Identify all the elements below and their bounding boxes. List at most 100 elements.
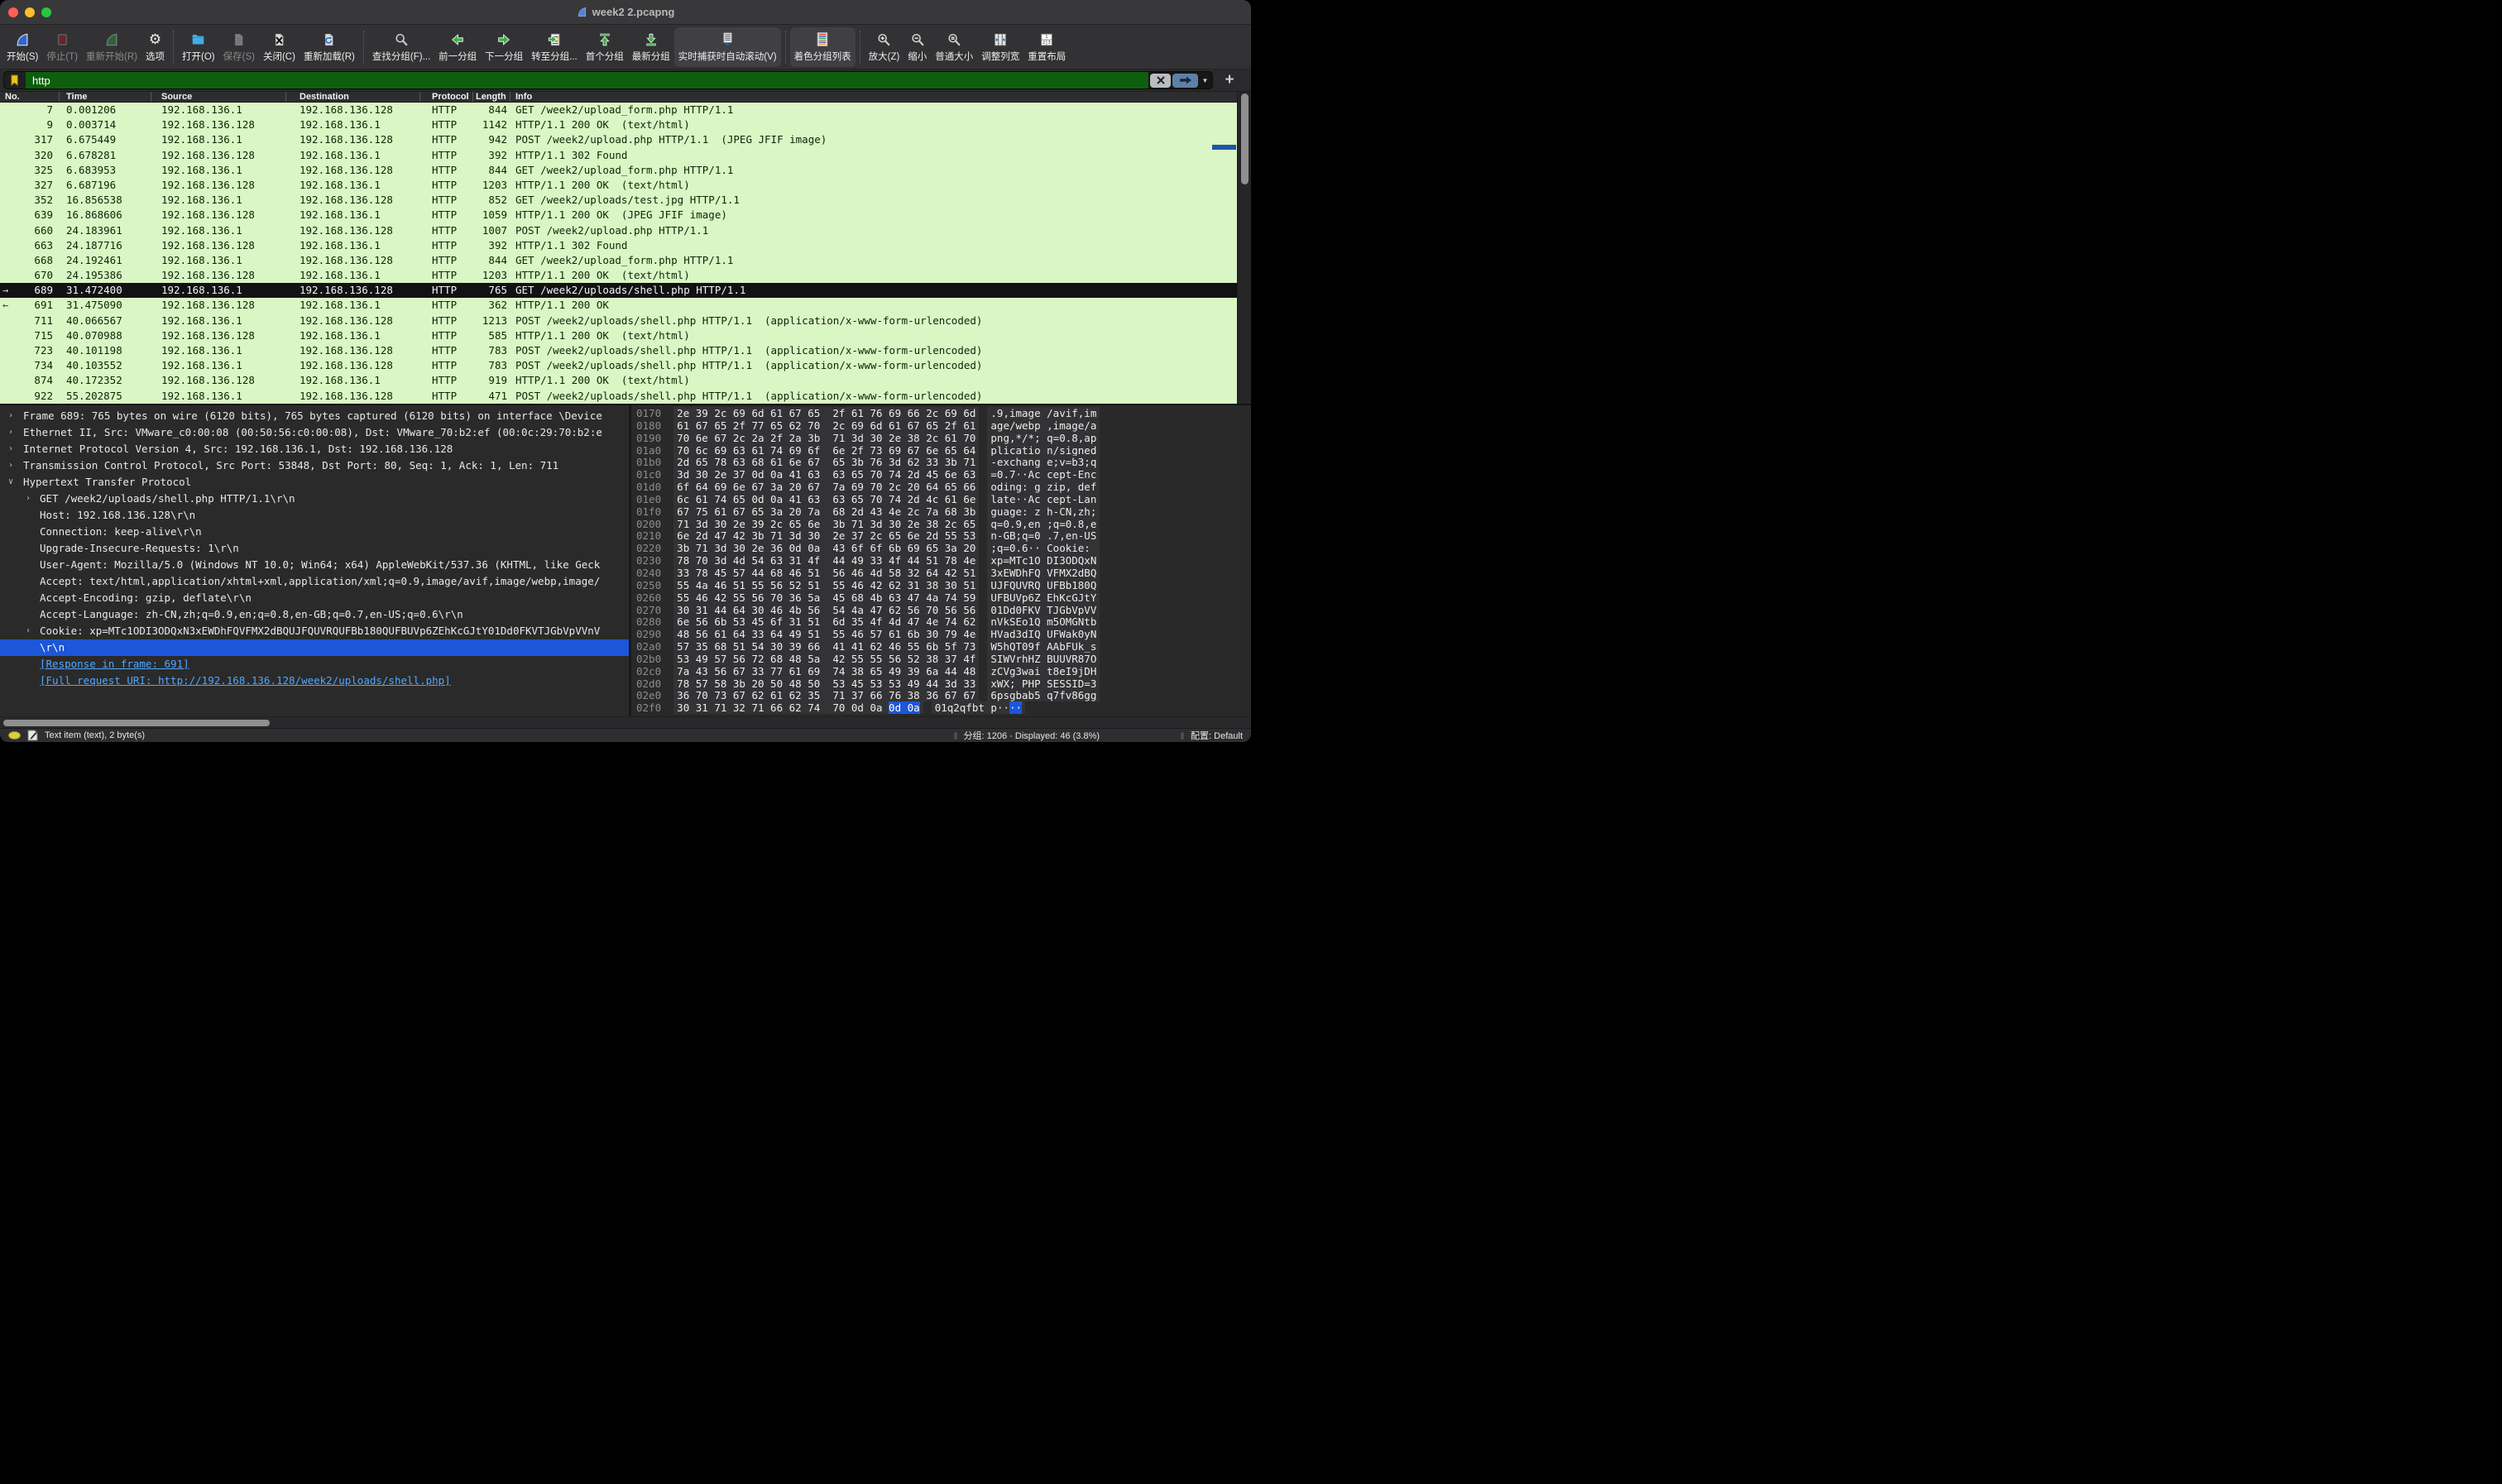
toolbar-button-zoom-out[interactable]: 缩小: [903, 27, 931, 67]
packet-list-scrollbar-thumb[interactable]: [1241, 93, 1249, 184]
collapsed-chevron-icon[interactable]: ›: [8, 441, 13, 457]
toolbar-button-resize-columns[interactable]: 调整列宽: [977, 27, 1023, 67]
toolbar-button-stop[interactable]: 停止(T): [42, 27, 82, 67]
hex-row-0220[interactable]: 0220 3b 71 3d 30 2e 36 0d 0a 43 6f 6f 6b…: [636, 543, 1251, 555]
detail-tree-line[interactable]: ›Transmission Control Protocol, Src Port…: [0, 457, 629, 474]
filter-dropdown-chevron[interactable]: ▼: [1198, 77, 1212, 84]
hex-row-01c0[interactable]: 01c0 3d 30 2e 37 0d 0a 41 63 63 65 70 74…: [636, 469, 1251, 481]
filter-add-button[interactable]: +: [1213, 72, 1246, 89]
filter-apply-button[interactable]: [1172, 74, 1198, 88]
detail-tree-line[interactable]: Connection: keep-alive\r\n: [0, 524, 629, 540]
packet-row-7[interactable]: 70.001206192.168.136.1192.168.136.128HTT…: [0, 103, 1251, 117]
detail-horizontal-scrollbar[interactable]: [0, 716, 1251, 728]
expanded-chevron-icon[interactable]: ∨: [8, 474, 13, 491]
filter-clear-button[interactable]: [1150, 74, 1171, 88]
packet-row-327[interactable]: 3276.687196192.168.136.128192.168.136.1H…: [0, 178, 1251, 193]
detail-tree-line[interactable]: Upgrade-Insecure-Requests: 1\r\n: [0, 540, 629, 557]
toolbar-button-close[interactable]: 关闭(C): [259, 27, 300, 67]
filter-bookmark-icon[interactable]: [4, 72, 26, 89]
packet-row-9[interactable]: 90.003714192.168.136.128192.168.136.1HTT…: [0, 117, 1251, 132]
hex-row-02d0[interactable]: 02d0 78 57 58 3b 20 50 48 50 53 45 53 53…: [636, 678, 1251, 691]
display-filter-input[interactable]: http: [26, 72, 1148, 89]
column-header-src[interactable]: Source: [151, 92, 286, 102]
packet-row-715[interactable]: 71540.070988192.168.136.128192.168.136.1…: [0, 328, 1251, 343]
hex-row-0240[interactable]: 0240 33 78 45 57 44 68 46 51 56 46 4d 58…: [636, 567, 1251, 580]
hex-row-0270[interactable]: 0270 30 31 44 64 30 46 4b 56 54 4a 47 62…: [636, 605, 1251, 617]
detail-tree-line[interactable]: User-Agent: Mozilla/5.0 (Windows NT 10.0…: [0, 557, 629, 573]
hex-row-0230[interactable]: 0230 78 70 3d 4d 54 63 31 4f 44 49 33 4f…: [636, 555, 1251, 567]
packet-row-668[interactable]: 66824.192461192.168.136.1192.168.136.128…: [0, 253, 1251, 268]
column-header-time[interactable]: Time: [60, 92, 151, 102]
toolbar-button-options[interactable]: ⚙选项: [141, 27, 169, 67]
packet-row-639[interactable]: 63916.868606192.168.136.128192.168.136.1…: [0, 208, 1251, 223]
detail-link-line[interactable]: [Response in frame: 691]: [0, 656, 629, 673]
hex-row-0190[interactable]: 0190 70 6e 67 2c 2a 2f 2a 3b 71 3d 30 2e…: [636, 433, 1251, 445]
toolbar-button-save[interactable]: 保存(S): [219, 27, 259, 67]
toolbar-button-latest-packet[interactable]: 最新分组: [628, 27, 674, 67]
collapsed-chevron-icon[interactable]: ›: [26, 623, 31, 639]
packet-row-317[interactable]: 3176.675449192.168.136.1192.168.136.128H…: [0, 132, 1251, 147]
collapsed-chevron-icon[interactable]: ›: [8, 457, 13, 474]
toolbar-button-zoom-normal[interactable]: 普通大小: [931, 27, 977, 67]
detail-selected-line[interactable]: \r\n: [0, 639, 629, 656]
packet-row-325[interactable]: 3256.683953192.168.136.1192.168.136.128H…: [0, 163, 1251, 178]
toolbar-button-next-packet[interactable]: 下一分组: [481, 27, 527, 67]
packet-list-scrollbar[interactable]: [1237, 92, 1251, 404]
packet-row-689[interactable]: 68931.472400192.168.136.1192.168.136.128…: [0, 283, 1251, 298]
hex-row-0290[interactable]: 0290 48 56 61 64 33 64 49 51 55 46 57 61…: [636, 629, 1251, 641]
toolbar-button-colorize[interactable]: 着色分组列表: [790, 27, 856, 67]
status-profile[interactable]: 配置: Default: [1191, 729, 1243, 742]
minimize-window-button[interactable]: [25, 7, 35, 17]
toolbar-button-autoscroll[interactable]: 实时捕获时自动滚动(V): [674, 27, 781, 67]
packet-row-723[interactable]: 72340.101198192.168.136.1192.168.136.128…: [0, 343, 1251, 358]
detail-tree-line[interactable]: ›GET /week2/uploads/shell.php HTTP/1.1\r…: [0, 491, 629, 507]
detail-tree-line[interactable]: ›Internet Protocol Version 4, Src: 192.1…: [0, 441, 629, 457]
toolbar-button-restart[interactable]: 重新开始(R): [82, 27, 141, 67]
toolbar-button-find[interactable]: 查找分组(F)...: [368, 27, 434, 67]
detail-tree-line[interactable]: ∨Hypertext Transfer Protocol: [0, 474, 629, 491]
toolbar-button-reload[interactable]: 重新加载(R): [300, 27, 359, 67]
expert-info-icon[interactable]: [8, 731, 21, 740]
collapsed-chevron-icon[interactable]: ›: [26, 491, 31, 507]
toolbar-button-reset-layout[interactable]: 123重置布局: [1023, 27, 1070, 67]
packet-row-734[interactable]: 73440.103552192.168.136.1192.168.136.128…: [0, 358, 1251, 373]
collapsed-chevron-icon[interactable]: ›: [8, 424, 13, 441]
hex-row-0200[interactable]: 0200 71 3d 30 2e 39 2c 65 6e 3b 71 3d 30…: [636, 519, 1251, 531]
detail-tree-line[interactable]: ›Frame 689: 765 bytes on wire (6120 bits…: [0, 408, 629, 424]
hex-row-02f0[interactable]: 02f0 30 31 71 32 71 66 62 74 70 0d 0a 0d…: [636, 702, 1251, 715]
hex-row-0170[interactable]: 0170 2e 39 2c 69 6d 61 67 65 2f 61 76 69…: [636, 408, 1251, 420]
toolbar-button-zoom-in[interactable]: 放大(Z): [865, 27, 904, 67]
hex-row-0180[interactable]: 0180 61 67 65 2f 77 65 62 70 2c 69 6d 61…: [636, 420, 1251, 433]
zoom-window-button[interactable]: [41, 7, 51, 17]
detail-tree-line[interactable]: Accept-Encoding: gzip, deflate\r\n: [0, 590, 629, 606]
detail-link-line[interactable]: [Full request URI: http://192.168.136.12…: [0, 673, 629, 689]
hex-row-0250[interactable]: 0250 55 4a 46 51 55 56 52 51 55 46 42 62…: [636, 580, 1251, 592]
hex-row-02b0[interactable]: 02b0 53 49 57 56 72 68 48 5a 42 55 55 56…: [636, 653, 1251, 666]
hex-row-0260[interactable]: 0260 55 46 42 55 56 70 36 5a 45 68 4b 63…: [636, 592, 1251, 605]
packet-row-922[interactable]: 92255.202875192.168.136.1192.168.136.128…: [0, 389, 1251, 404]
close-window-button[interactable]: [8, 7, 18, 17]
column-header-len[interactable]: Length: [473, 92, 510, 102]
column-header-dst[interactable]: Destination: [286, 92, 420, 102]
hex-row-02c0[interactable]: 02c0 7a 43 56 67 33 77 61 69 74 38 65 49…: [636, 666, 1251, 678]
detail-tree-line[interactable]: ›Ethernet II, Src: VMware_c0:00:08 (00:5…: [0, 424, 629, 441]
column-header-proto[interactable]: Protocol: [420, 92, 473, 102]
detail-tree-line[interactable]: Host: 192.168.136.128\r\n: [0, 507, 629, 524]
detail-tree-line[interactable]: ›Cookie: xp=MTc1ODI3ODQxN3xEWDhFQVFMX2dB…: [0, 623, 629, 639]
toolbar-button-prev-packet[interactable]: 前一分组: [434, 27, 481, 67]
detail-tree-line[interactable]: Accept: text/html,application/xhtml+xml,…: [0, 573, 629, 590]
packet-row-663[interactable]: 66324.187716192.168.136.128192.168.136.1…: [0, 238, 1251, 253]
detail-horizontal-scrollbar-thumb[interactable]: [3, 720, 270, 726]
packet-row-320[interactable]: 3206.678281192.168.136.128192.168.136.1H…: [0, 148, 1251, 163]
packet-row-670[interactable]: 67024.195386192.168.136.128192.168.136.1…: [0, 268, 1251, 283]
capture-comment-icon[interactable]: [27, 730, 38, 741]
packet-row-874[interactable]: 87440.172352192.168.136.128192.168.136.1…: [0, 373, 1251, 388]
hex-row-01e0[interactable]: 01e0 6c 61 74 65 0d 0a 41 63 63 65 70 74…: [636, 494, 1251, 506]
column-header-no[interactable]: No.: [0, 92, 60, 102]
toolbar-button-first-packet[interactable]: 首个分组: [582, 27, 628, 67]
hex-row-02a0[interactable]: 02a0 57 35 68 51 54 30 39 66 41 41 62 46…: [636, 641, 1251, 653]
collapsed-chevron-icon[interactable]: ›: [8, 408, 13, 424]
toolbar-button-start[interactable]: 开始(S): [2, 27, 42, 67]
hex-row-02e0[interactable]: 02e0 36 70 73 67 62 61 62 35 71 37 66 76…: [636, 690, 1251, 702]
packet-row-352[interactable]: 35216.856538192.168.136.1192.168.136.128…: [0, 193, 1251, 208]
